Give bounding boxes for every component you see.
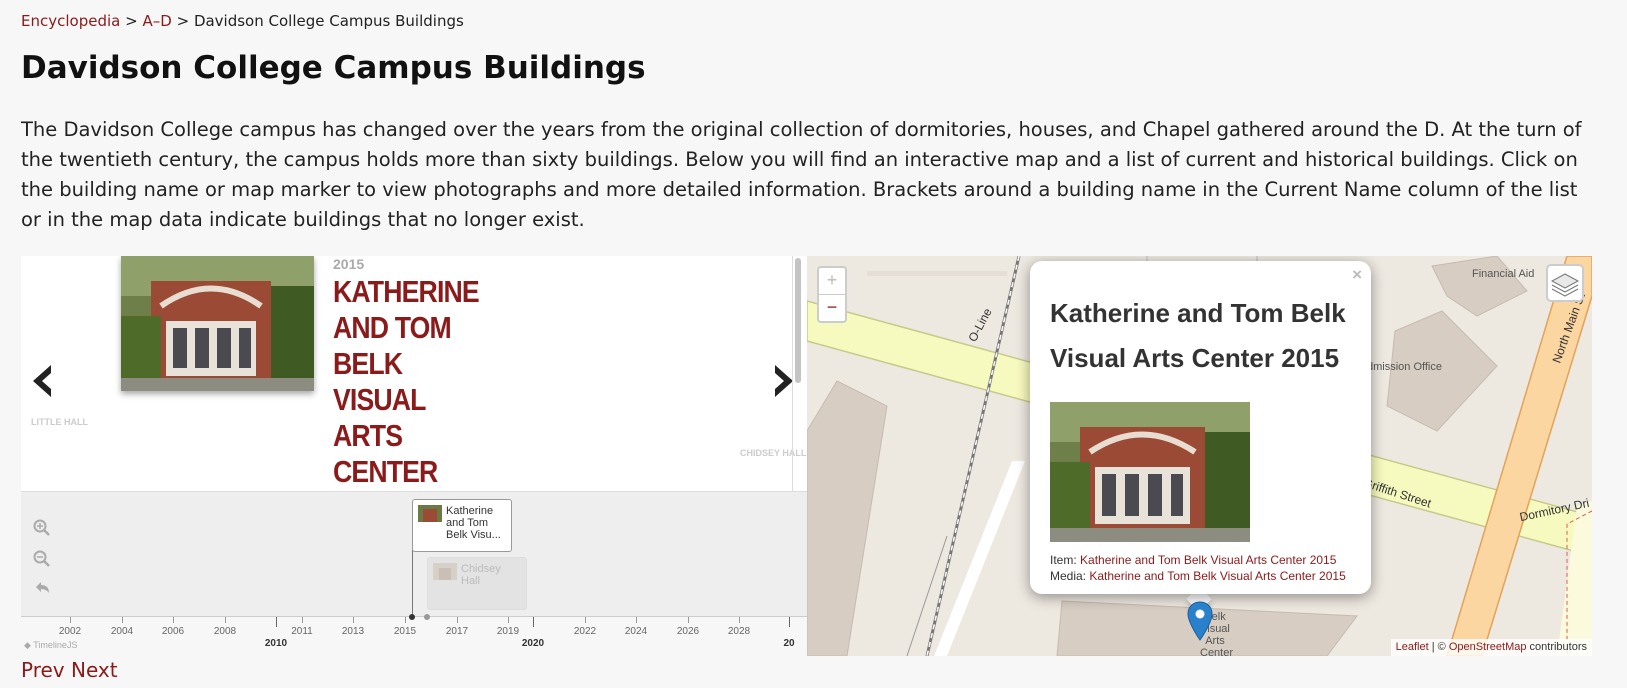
map[interactable]: O-Line Financial Aid dmission Office Gri… <box>807 256 1592 656</box>
chevron-right-icon <box>775 365 793 397</box>
pager: Prev Next <box>21 657 118 683</box>
axis-tick <box>302 617 303 623</box>
axis-major-tick-label: 2010 <box>264 638 288 649</box>
axis-tick <box>739 617 740 623</box>
openstreetmap-link[interactable]: OpenStreetMap <box>1449 641 1527 653</box>
axis-major-tick-label: 2020 <box>521 638 545 649</box>
map-zoom-out-button[interactable]: − <box>819 294 845 321</box>
media-link[interactable]: Katherine and Tom Belk Visual Arts Cente… <box>1089 569 1345 583</box>
popup-close-button[interactable]: × <box>1352 265 1362 285</box>
axis-major-tick <box>276 617 277 627</box>
axis-major-tick-label: 20 <box>783 638 795 649</box>
map-zoom-in-button[interactable]: + <box>819 268 845 294</box>
map-zoom-control: + − <box>817 266 847 323</box>
marker-thumbnail <box>418 505 442 522</box>
axis-tick-label: 2028 <box>727 626 751 637</box>
financial-aid-label: Financial Aid <box>1472 268 1535 280</box>
axis-tick-label: 2008 <box>213 626 237 637</box>
admission-office-label: dmission Office <box>1367 361 1442 373</box>
attribution-contributors: contributors <box>1526 641 1587 653</box>
timeline-marker-belk[interactable]: Katherine and Tom Belk Visu... <box>412 499 512 552</box>
slide-headline: KATHERINE AND TOM BELK VISUAL ARTS CENTE… <box>333 274 480 525</box>
breadcrumb-link-encyclopedia[interactable]: Encyclopedia <box>21 12 120 30</box>
media-label: Media: <box>1050 569 1087 583</box>
axis-tick <box>122 617 123 623</box>
axis-event-dot[interactable] <box>424 614 430 620</box>
item-label: Item: <box>1050 553 1077 567</box>
breadcrumb-separator: > <box>125 12 138 30</box>
timeline: 2015 KATHERINE AND TOM BELK VISUAL ARTS … <box>21 256 807 656</box>
intro-paragraph: The Davidson College campus has changed … <box>21 118 1582 231</box>
chevron-left-icon <box>33 365 51 397</box>
axis-tick-label: 2004 <box>110 626 134 637</box>
prev-link[interactable]: Prev <box>21 658 65 682</box>
popup-title: Katherine and Tom Belk Visual Arts Cente… <box>1050 298 1346 373</box>
timeline-slide: 2015 KATHERINE AND TOM BELK VISUAL ARTS … <box>21 256 807 525</box>
map-attribution: Leaflet | © OpenStreetMap contributors <box>1390 639 1592 656</box>
breadcrumb-separator: > <box>176 12 190 30</box>
axis-tick-label: 2024 <box>624 626 648 637</box>
timeline-axis: 2002 2004 2006 2008 2011 2013 2015 2017 2019 2022… <box>21 614 807 656</box>
map-layers-button[interactable] <box>1546 264 1584 302</box>
marker-label: Katherine and Tom Belk Visu... <box>446 505 501 541</box>
map-marker-icon[interactable] <box>1187 601 1213 641</box>
axis-tick-label: 2026 <box>676 626 700 637</box>
axis-tick <box>173 617 174 623</box>
breadcrumb-current: Davidson College Campus Buildings <box>193 12 464 30</box>
timeline-prev-label[interactable]: LITTLE HALL <box>31 417 88 427</box>
marker-line <box>412 550 413 617</box>
page-title: Davidson College Campus Buildings <box>21 50 646 86</box>
axis-tick-label: 2013 <box>341 626 365 637</box>
axis-tick-label: 2015 <box>393 626 417 637</box>
layers-icon <box>1550 273 1580 297</box>
zoom-in-icon[interactable] <box>33 519 51 537</box>
next-link[interactable]: Next <box>71 658 118 682</box>
slide-scrollbar[interactable] <box>795 258 801 383</box>
attribution-separator: | © <box>1428 641 1449 653</box>
axis-tick-label: 2006 <box>161 626 185 637</box>
axis-tick <box>508 617 509 623</box>
item-link[interactable]: Katherine and Tom Belk Visual Arts Cente… <box>1080 553 1336 567</box>
axis-tick <box>225 617 226 623</box>
leaflet-link[interactable]: Leaflet <box>1396 641 1429 653</box>
axis-tick-label: 2017 <box>445 626 469 637</box>
axis-tick-label: 2019 <box>496 626 520 637</box>
marker-label: Chidsey Hall <box>461 563 501 587</box>
map-popup: × Katherine and Tom Belk Visual Arts Cen… <box>1030 261 1371 594</box>
axis-tick <box>353 617 354 623</box>
axis-major-tick <box>789 617 790 627</box>
axis-tick <box>585 617 586 623</box>
marker-thumbnail <box>433 563 457 580</box>
axis-major-tick <box>533 617 534 627</box>
axis-event-dot[interactable] <box>409 614 415 620</box>
timeline-next-label[interactable]: CHIDSEY HALL <box>740 448 806 458</box>
axis-tick <box>405 617 406 623</box>
popup-meta: Item: Katherine and Tom Belk Visual Arts… <box>1050 552 1346 584</box>
axis-tick-label: 2002 <box>58 626 82 637</box>
timelinejs-credit[interactable]: ◆ TimelineJS <box>24 640 77 651</box>
breadcrumb-link-a-d[interactable]: A–D <box>142 12 171 30</box>
slide-date: 2015 <box>333 256 365 272</box>
timelinejs-logo-icon: ◆ <box>24 640 31 650</box>
axis-tick <box>636 617 637 623</box>
axis-tick-label: 2022 <box>573 626 597 637</box>
credit-label: TimelineJS <box>33 640 78 650</box>
timeline-marker-chidsey[interactable]: Chidsey Hall <box>427 557 527 610</box>
back-to-start-icon[interactable] <box>33 580 51 598</box>
axis-tick-label: 2011 <box>291 626 313 637</box>
axis-tick <box>70 617 71 623</box>
popup-photo[interactable] <box>1050 402 1250 542</box>
slide-scroll-track <box>792 256 793 491</box>
slide-photo <box>121 256 314 391</box>
axis-tick <box>457 617 458 623</box>
breadcrumb: Encyclopedia > A–D > Davidson College Ca… <box>21 11 464 31</box>
timeline-prev-button[interactable] <box>29 363 55 407</box>
zoom-out-icon[interactable] <box>33 550 51 568</box>
axis-tick <box>688 617 689 623</box>
timeline-next-button[interactable] <box>771 363 797 407</box>
